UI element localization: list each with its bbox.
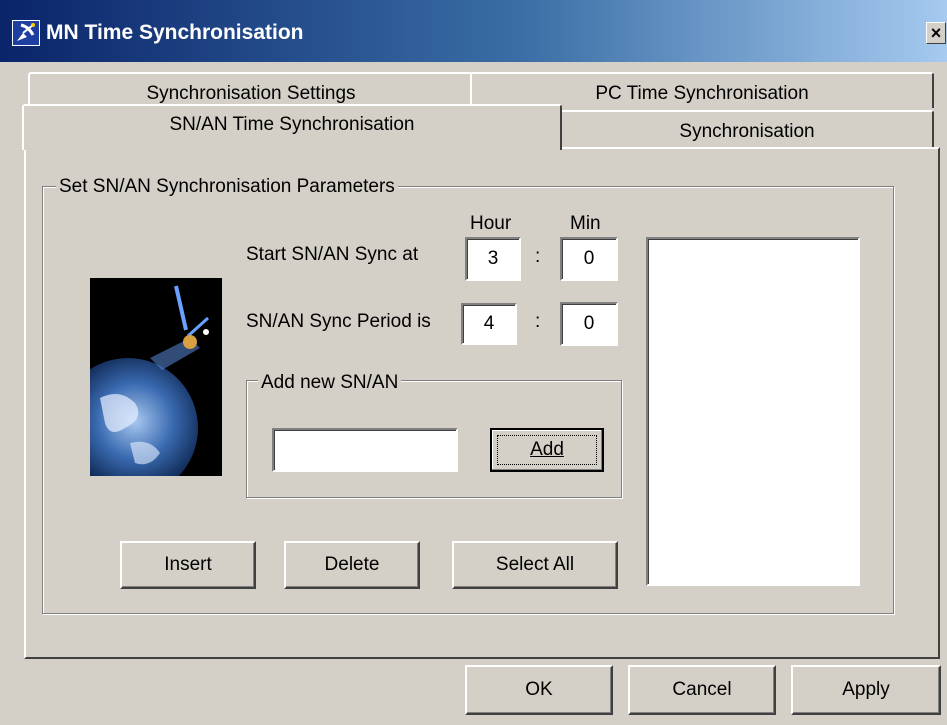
delete-button[interactable]: Delete <box>284 541 420 589</box>
new-sn-an-input[interactable] <box>272 428 458 472</box>
close-button[interactable]: × <box>926 22 946 44</box>
cancel-button[interactable]: Cancel <box>628 665 776 715</box>
period-min-field[interactable] <box>560 302 618 346</box>
sn-an-listbox[interactable] <box>646 237 860 586</box>
insert-button[interactable]: Insert <box>120 541 256 589</box>
add-button[interactable]: Add <box>490 428 604 472</box>
close-icon: × <box>930 23 942 43</box>
tab-label: Synchronisation <box>679 121 815 142</box>
sync-period-label: SN/AN Sync Period is <box>246 311 431 332</box>
ok-button[interactable]: OK <box>465 665 613 715</box>
start-min-field[interactable] <box>560 237 618 281</box>
title-bar: MN Time Synchronisation × <box>0 0 947 62</box>
ok-button-label: OK <box>525 679 553 700</box>
apply-button-label: Apply <box>842 679 890 700</box>
select-all-button-label: Select All <box>495 554 575 575</box>
satellite-earth-image <box>58 278 222 498</box>
tab-synchronisation[interactable]: Synchronisation <box>560 110 934 148</box>
start-colon: : <box>535 246 541 267</box>
min-header: Min <box>570 213 601 234</box>
add-group-title: Add new SN/AN <box>258 372 402 394</box>
period-colon: : <box>535 311 541 332</box>
start-hour-field[interactable] <box>465 237 521 281</box>
tab-pc-time-synchronisation[interactable]: PC Time Synchronisation <box>470 72 934 108</box>
start-sync-label: Start SN/AN Sync at <box>246 244 419 265</box>
hour-header: Hour <box>470 213 512 234</box>
apply-button[interactable]: Apply <box>791 665 941 715</box>
tab-sn-an-time-synchronisation[interactable]: SN/AN Time Synchronisation <box>22 104 562 150</box>
satellite-dish-icon <box>12 20 40 46</box>
delete-button-label: Delete <box>324 554 380 575</box>
params-group-title: Set SN/AN Synchronisation Parameters <box>56 176 398 198</box>
period-hour-field[interactable] <box>461 303 517 345</box>
window-title: MN Time Synchronisation <box>46 21 304 44</box>
select-all-button[interactable]: Select All <box>452 541 618 589</box>
insert-button-label: Insert <box>164 554 212 575</box>
tab-label: SN/AN Time Synchronisation <box>169 114 415 135</box>
tab-synchronisation-settings[interactable]: Synchronisation Settings <box>28 72 474 108</box>
tab-label: PC Time Synchronisation <box>595 83 809 104</box>
cancel-button-label: Cancel <box>672 679 732 700</box>
add-button-label: Add <box>530 439 564 460</box>
